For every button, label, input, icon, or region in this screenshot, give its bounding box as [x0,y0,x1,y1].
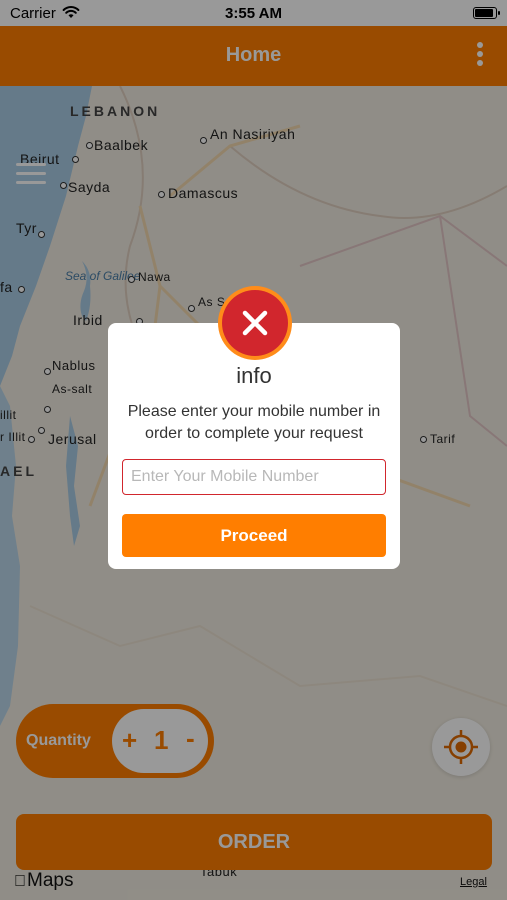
dialog-title: info [236,363,272,388]
close-x-icon [242,310,268,336]
proceed-button[interactable]: Proceed [122,514,386,557]
error-badge [218,286,292,360]
dialog-message: Please enter your mobile number in order… [127,403,381,442]
mobile-number-input[interactable] [122,459,386,495]
